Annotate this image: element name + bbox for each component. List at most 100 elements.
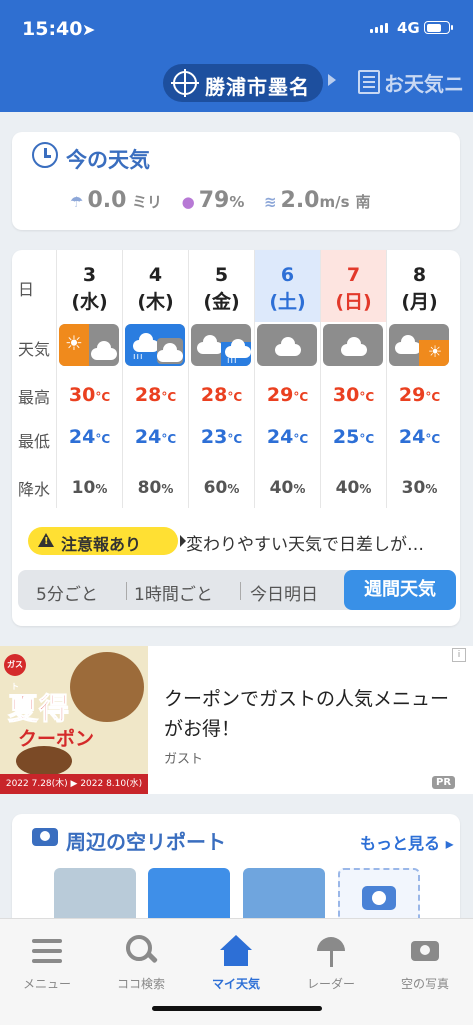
precip-chance: 10% xyxy=(71,478,108,498)
umbrella-icon xyxy=(314,935,348,967)
location-target-icon xyxy=(171,69,199,97)
precip-chance: 80% xyxy=(137,478,174,498)
weekly-grid[interactable]: 日 天気 最高 最低 降水 3 (水) ☀ 30°C 24°C 10% 4 (木) ııı 28°… xyxy=(12,250,460,508)
day-date: 5 xyxy=(214,264,229,286)
temp-max: 28°C xyxy=(134,384,177,406)
wind-icon: ≋ xyxy=(263,193,277,211)
day-weekday: (金) xyxy=(203,291,240,313)
temp-min: 24°C xyxy=(266,426,309,448)
home-icon xyxy=(219,935,253,967)
rain-icon: ☂ xyxy=(70,193,84,211)
home-indicator xyxy=(152,1006,322,1011)
day-header: 7 (日) xyxy=(321,250,386,322)
network-type: 4G xyxy=(397,19,420,37)
humidity-drop-icon: ● xyxy=(181,193,195,211)
sky-report-title: 周辺の空リポート xyxy=(66,830,226,854)
humidity-value: 79 xyxy=(198,188,230,213)
wind-unit: m/s xyxy=(319,193,350,211)
day-weekday: (木) xyxy=(137,291,174,313)
ad-pr-badge: PR xyxy=(432,776,456,789)
humidity-unit: % xyxy=(229,193,245,211)
weather-icon: ııı xyxy=(125,324,185,366)
current-weather-card[interactable]: 今の天気 ☂ 0.0 ミリ ● 79% ≋ 2.0m/s 南 xyxy=(12,132,460,230)
ad-image-subheadline: クーポン xyxy=(18,728,95,750)
temp-max: 30°C xyxy=(68,384,111,406)
tab-hourly[interactable]: 1時間ごと xyxy=(134,580,213,605)
temp-max: 30°C xyxy=(332,384,375,406)
tab-sky-photos-label: 空の写真 xyxy=(400,977,449,991)
ad-brand: ガスト xyxy=(164,752,204,767)
day-header: 5 (金) xyxy=(189,250,254,322)
tab-today-tomorrow[interactable]: 今日明日 xyxy=(250,580,318,605)
weather-icon: ☀ xyxy=(59,324,119,366)
more-link[interactable]: もっと見る ▸ xyxy=(360,830,454,854)
signal-icon xyxy=(370,23,388,33)
temp-min: 24°C xyxy=(134,426,177,448)
app-header: 15:40 ➤ 4G 勝浦市墨名 お天気ニ xyxy=(0,0,473,112)
day-weekday: (月) xyxy=(401,291,438,313)
more-link-label: もっと見る xyxy=(360,834,441,853)
day-header: 3 (水) xyxy=(57,250,122,322)
temp-min: 25°C xyxy=(332,426,375,448)
tab-weekly[interactable]: 週間天気 xyxy=(344,570,456,610)
day-date: 7 xyxy=(346,264,361,286)
row-label-precip: 降水 xyxy=(18,480,51,499)
row-labels: 日 天気 最高 最低 降水 xyxy=(12,250,56,508)
location-arrow-icon: ➤ xyxy=(82,20,96,39)
day-column[interactable]: 8 (月) ☀ 29°C 24°C 30% xyxy=(386,250,452,508)
temp-max: 29°C xyxy=(266,384,309,406)
ad-title[interactable]: クーポンでガストの人気メニューがお得！ xyxy=(164,684,464,744)
tab-divider xyxy=(240,582,241,600)
day-column[interactable]: 3 (水) ☀ 30°C 24°C 10% xyxy=(56,250,122,508)
row-label-weather: 天気 xyxy=(18,340,51,359)
menu-icon xyxy=(30,935,64,967)
temp-min: 24°C xyxy=(398,426,441,448)
row-label-min: 最低 xyxy=(18,432,51,451)
temp-min: 23°C xyxy=(200,426,243,448)
ad-logo: ガスト xyxy=(4,654,26,691)
rain-value: 0.0 xyxy=(87,188,127,213)
alert-badge[interactable]: ! 注意報あり xyxy=(28,527,186,555)
precip-chance: 40% xyxy=(335,478,372,498)
tab-radar-label: レーダー xyxy=(306,977,355,991)
alert-text[interactable]: 変わりやすい天気で日差しが… xyxy=(186,530,424,555)
current-weather-title: 今の天気 xyxy=(66,148,150,172)
ad-image[interactable]: ガスト 夏得 クーポン 2022 7.28(木) ▶ 2022 8.10(水) xyxy=(0,646,148,794)
day-date: 8 xyxy=(412,264,427,286)
wind-direction: 南 xyxy=(355,193,371,211)
day-column[interactable]: 4 (木) ııı 28°C 24°C 80% xyxy=(122,250,188,508)
day-weekday: (水) xyxy=(71,291,108,313)
precip-chance: 30% xyxy=(401,478,438,498)
day-column[interactable]: 5 (金) ııı 28°C 23°C 60% xyxy=(188,250,254,508)
location-selector[interactable]: 勝浦市墨名 xyxy=(163,64,323,102)
ad-banner[interactable]: ガスト 夏得 クーポン 2022 7.28(木) ▶ 2022 8.10(水) … xyxy=(0,646,473,794)
day-date: 6 xyxy=(280,264,295,286)
day-header: 6 (土) xyxy=(255,250,320,322)
ad-info-icon[interactable]: i xyxy=(452,648,466,662)
tab-5min[interactable]: 5分ごと xyxy=(36,580,98,605)
tab-divider xyxy=(126,582,127,600)
temp-min: 24°C xyxy=(68,426,111,448)
weather-icon xyxy=(257,324,317,366)
news-doc-icon xyxy=(358,70,380,94)
tab-weather-news[interactable]: お天気ニ xyxy=(358,68,464,97)
search-icon xyxy=(124,935,158,967)
day-column[interactable]: 7 (日) 30°C 25°C 40% xyxy=(320,250,386,508)
weekly-forecast-card: 日 天気 最高 最低 降水 3 (水) ☀ 30°C 24°C 10% 4 (木) ııı 28°… xyxy=(12,250,460,626)
weather-icon xyxy=(323,324,383,366)
tab-search-label: ココ検索 xyxy=(116,977,165,991)
day-date: 4 xyxy=(148,264,163,286)
rain-unit: ミリ xyxy=(132,193,163,211)
status-bar: 15:40 ➤ 4G xyxy=(0,18,473,42)
tab-arrow-icon xyxy=(328,74,336,86)
day-header: 4 (木) xyxy=(123,250,188,322)
wind-value: 2.0 xyxy=(280,188,320,213)
weather-icon: ☀ xyxy=(389,324,449,366)
day-column[interactable]: 6 (土) 29°C 24°C 40% xyxy=(254,250,320,508)
day-header: 8 (月) xyxy=(387,250,452,322)
status-time: 15:40 xyxy=(22,18,83,40)
ad-food-image xyxy=(70,652,144,722)
location-name: 勝浦市墨名 xyxy=(205,75,310,99)
forecast-range-tabs: 5分ごと 1時間ごと 今日明日 週間天気 xyxy=(18,570,456,610)
camera-icon xyxy=(32,828,58,846)
